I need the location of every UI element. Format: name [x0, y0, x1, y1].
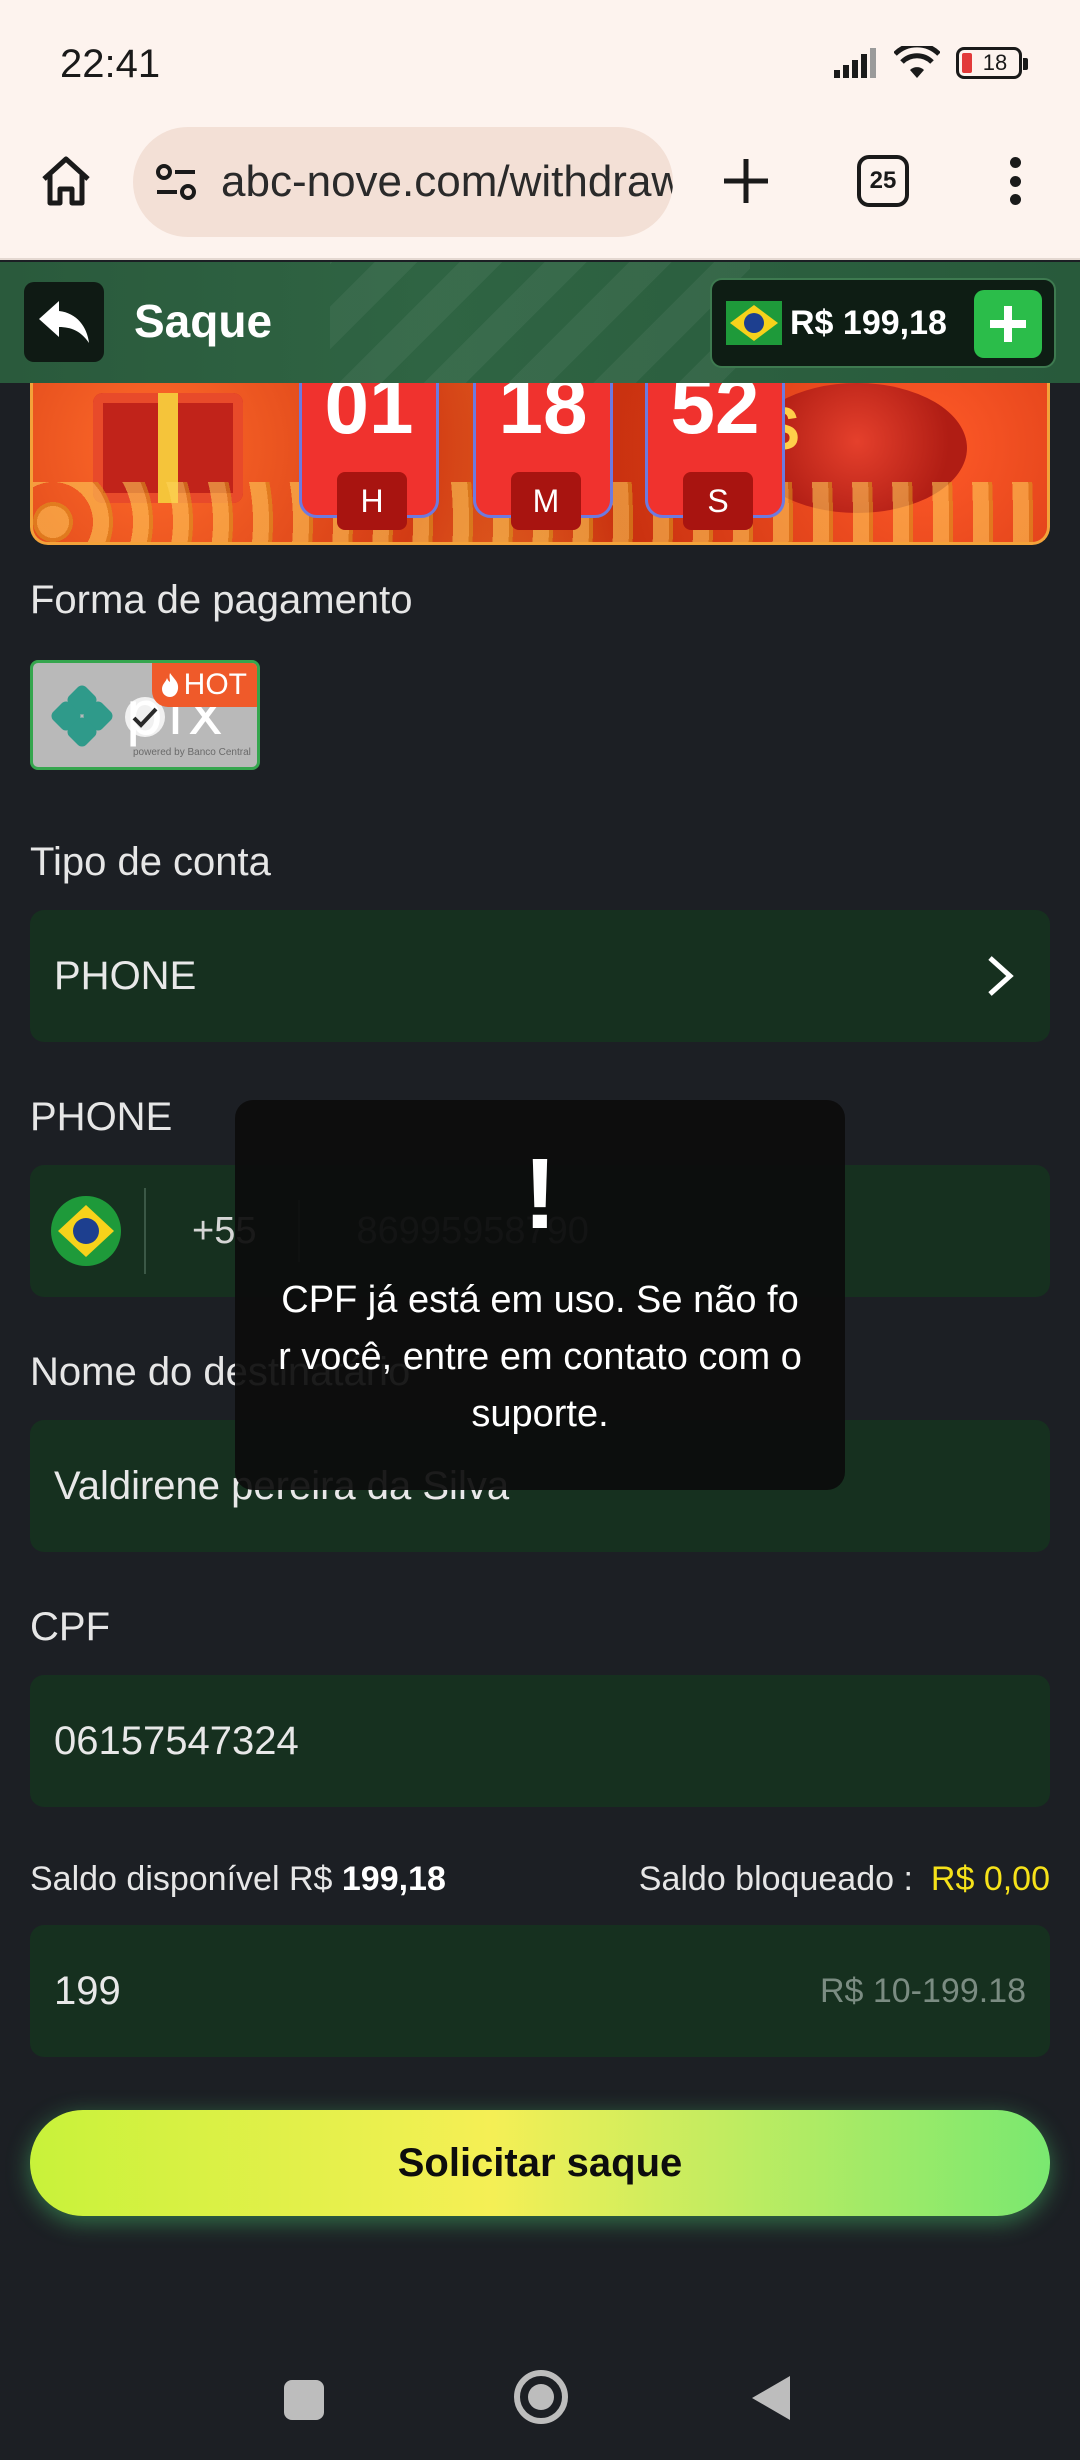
request-withdraw-button[interactable]: Solicitar saque: [30, 2110, 1050, 2216]
withdraw-amount-input[interactable]: 199 R$ 10-199.18: [30, 1925, 1050, 2057]
tab-switcher-button[interactable]: 25: [857, 155, 909, 207]
timer-seconds: 52 S: [645, 383, 785, 530]
blocked-balance-label: Saldo bloqueado :: [638, 1860, 913, 1898]
field-divider: [144, 1188, 146, 1274]
system-nav-bar: [0, 2330, 1080, 2460]
chevron-right-icon: [988, 956, 1014, 996]
fire-icon: [161, 673, 178, 697]
back-arrow-icon: [39, 301, 89, 343]
back-button[interactable]: [24, 282, 104, 362]
browser-toolbar: abc-nove.com/withdraw 25: [0, 125, 1080, 260]
wallet-balance: R$ 199,18: [710, 278, 1056, 368]
balance-info: Saldo disponível R$ 199,18 Saldo bloquea…: [30, 1860, 1050, 1910]
error-toast: ! CPF já está em uso. Se não for você, e…: [235, 1100, 845, 1490]
more-menu-icon[interactable]: [1000, 151, 1030, 211]
account-type-label: Tipo de conta: [30, 840, 271, 884]
hot-badge: HOT: [151, 663, 257, 707]
balance-amount: R$ 199,18: [790, 303, 947, 342]
account-type-select[interactable]: PHONE: [30, 910, 1050, 1042]
cpf-label: CPF: [30, 1605, 110, 1649]
url-text: abc-nove.com/withdraw: [221, 157, 673, 206]
phone-label: PHONE: [30, 1095, 173, 1139]
blocked-balance-value: R$ 0,00: [930, 1860, 1050, 1898]
pix-logo-icon: [51, 685, 113, 747]
cpf-value: 06157547324: [54, 1718, 299, 1763]
battery-icon: 18: [956, 47, 1028, 79]
timer-minutes-unit: M: [511, 472, 581, 530]
hot-badge-text: HOT: [183, 668, 247, 701]
blocked-balance: Saldo bloqueado : R$ 0,00: [639, 1860, 1050, 1899]
page-header: Saque R$ 199,18: [0, 262, 1080, 383]
alert-icon: !: [523, 1138, 557, 1250]
available-balance-value: 199,18: [341, 1860, 446, 1898]
available-balance: Saldo disponível R$ 199,18: [30, 1860, 446, 1899]
brazil-flag-icon: [51, 1196, 121, 1266]
account-type-value: PHONE: [54, 953, 197, 998]
plus-icon: [990, 306, 1026, 342]
brazil-flag-icon: [726, 301, 782, 345]
back-triangle-icon[interactable]: [752, 2376, 790, 2420]
address-bar[interactable]: abc-nove.com/withdraw: [133, 127, 673, 237]
toast-message: CPF já está em uso. Se não for você, ent…: [278, 1279, 802, 1435]
signal-icon: [834, 48, 876, 78]
cpf-input[interactable]: 06157547324: [30, 1675, 1050, 1807]
new-tab-icon[interactable]: [716, 151, 776, 211]
battery-level: 18: [982, 50, 1008, 75]
wifi-icon: [894, 46, 940, 78]
available-balance-label: Saldo disponível R$: [30, 1860, 333, 1898]
status-bar: 22:41 18: [0, 0, 1080, 125]
timer-minutes: 18 M: [473, 383, 613, 530]
clock: 22:41: [60, 42, 161, 86]
timer-seconds-unit: S: [683, 472, 753, 530]
timer-hours-unit: H: [337, 472, 407, 530]
timer-hours-value: 01: [324, 383, 414, 450]
amount-range-hint: R$ 10-199.18: [819, 1971, 1026, 2010]
home-icon[interactable]: [36, 151, 96, 211]
timer-hours: 01 H: [299, 383, 439, 530]
timer-minutes-value: 18: [498, 383, 588, 450]
site-settings-icon[interactable]: [153, 159, 199, 205]
payment-method-label: Forma de pagamento: [30, 578, 413, 622]
page-title: Saque: [134, 295, 273, 347]
promo-banner[interactable]: $ 01 H 18 M 52 S: [30, 383, 1050, 545]
pix-subtitle: powered by Banco Central: [133, 747, 251, 758]
status-icons: 18: [834, 46, 1028, 80]
deposit-button[interactable]: [974, 290, 1042, 358]
home-circle-icon[interactable]: [514, 2370, 568, 2424]
recents-icon[interactable]: [284, 2380, 324, 2420]
payment-option-pix[interactable]: pix powered by Banco Central HOT: [30, 660, 260, 770]
withdraw-amount-value: 199: [54, 1968, 121, 2013]
timer-seconds-value: 52: [670, 383, 760, 450]
